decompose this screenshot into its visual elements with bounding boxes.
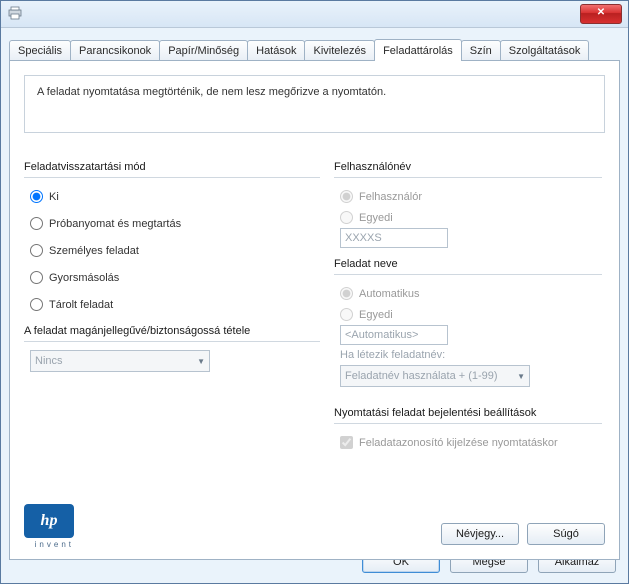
help-button[interactable]: Súgó: [527, 523, 605, 545]
tab-kivitelezes[interactable]: Kivitelezés: [304, 40, 375, 60]
retention-radio-tarolt[interactable]: Tárolt feladat: [24, 294, 320, 315]
jobname-heading: Feladat neve: [334, 258, 602, 270]
logo: hp invent: [24, 504, 74, 549]
tab-szin[interactable]: Szín: [461, 40, 501, 60]
jobname-input: [340, 325, 448, 345]
logo-subtext: invent: [24, 540, 74, 549]
tabbody-button-row: Névjegy... Súgó: [441, 523, 605, 545]
radio-input[interactable]: [30, 298, 43, 311]
checkbox-input: [340, 436, 353, 449]
notify-checkbox-row: Feladatazonosító kijelzése nyomtatáskor: [334, 432, 602, 453]
right-column: Felhasználónév Felhasználór Egyedi Felad…: [334, 161, 602, 453]
tab-parancsikonok[interactable]: Parancsikonok: [70, 40, 160, 60]
left-column: Feladatvisszatartási mód Ki Próbanyomat …: [24, 161, 320, 372]
radio-label: Automatikus: [359, 288, 420, 300]
tab-feladattarolas[interactable]: Feladattárolás: [374, 39, 462, 61]
about-button[interactable]: Névjegy...: [441, 523, 519, 545]
radio-label: Egyedi: [359, 212, 393, 224]
tab-label: Feladattárolás: [383, 45, 453, 57]
tab-label: Szolgáltatások: [509, 45, 581, 57]
select-value: Feladatnév használata + (1-99): [345, 370, 498, 382]
tab-body: A feladat nyomtatása megtörténik, de nem…: [9, 60, 620, 560]
radio-input: [340, 211, 353, 224]
radio-label: Egyedi: [359, 309, 393, 321]
radio-input: [340, 308, 353, 321]
printer-icon: [7, 6, 23, 20]
select-value: Nincs: [35, 355, 63, 367]
jobname-exists-select: Feladatnév használata + (1-99) ▼: [340, 365, 530, 387]
tab-label: Speciális: [18, 45, 62, 57]
radio-input[interactable]: [30, 217, 43, 230]
radio-label: Tárolt feladat: [49, 299, 113, 311]
radio-input: [340, 190, 353, 203]
retention-radio-ki[interactable]: Ki: [24, 186, 320, 207]
tab-label: Parancsikonok: [79, 45, 151, 57]
titlebar: ✕: [1, 1, 628, 28]
button-label: Súgó: [553, 528, 579, 540]
notify-heading: Nyomtatási feladat bejelentési beállítás…: [334, 407, 602, 419]
divider: [334, 423, 602, 424]
radio-label: Ki: [49, 191, 59, 203]
tab-label: Kivitelezés: [313, 45, 366, 57]
radio-input[interactable]: [30, 244, 43, 257]
jobname-radio-auto: Automatikus: [334, 283, 602, 304]
jobname-radio-custom: Egyedi: [334, 304, 602, 325]
username-heading: Felhasználónév: [334, 161, 602, 173]
divider: [24, 177, 320, 178]
tab-strip: Speciális Parancsikonok Papír/Minőség Ha…: [1, 28, 628, 60]
tab-label: Papír/Minőség: [168, 45, 239, 57]
chevron-down-icon: ▼: [517, 372, 525, 381]
privacy-heading: A feladat magánjellegűvé/biztonságossá t…: [24, 325, 320, 337]
radio-input[interactable]: [30, 271, 43, 284]
hp-logo-icon: hp: [24, 504, 74, 538]
info-box: A feladat nyomtatása megtörténik, de nem…: [24, 75, 605, 133]
chevron-down-icon: ▼: [197, 357, 205, 366]
logo-text: hp: [41, 512, 58, 530]
dialog-window: ✕ Speciális Parancsikonok Papír/Minőség …: [0, 0, 629, 584]
divider: [334, 177, 602, 178]
radio-input: [340, 287, 353, 300]
retention-radio-proba[interactable]: Próbanyomat és megtartás: [24, 213, 320, 234]
retention-radio-gyors[interactable]: Gyorsmásolás: [24, 267, 320, 288]
jobname-exists-label: Ha létezik feladatnév:: [340, 349, 602, 361]
tab-label: Szín: [470, 45, 492, 57]
divider: [24, 341, 320, 342]
tab-hatasok[interactable]: Hatások: [247, 40, 305, 60]
username-radio-user: Felhasználór: [334, 186, 602, 207]
tab-szolgaltatasok[interactable]: Szolgáltatások: [500, 40, 590, 60]
close-button[interactable]: ✕: [580, 4, 622, 24]
username-radio-custom: Egyedi: [334, 207, 602, 228]
retention-heading: Feladatvisszatartási mód: [24, 161, 320, 173]
button-label: Névjegy...: [456, 528, 504, 540]
tab-label: Hatások: [256, 45, 296, 57]
radio-label: Próbanyomat és megtartás: [49, 218, 181, 230]
tab-specialis[interactable]: Speciális: [9, 40, 71, 60]
username-input: [340, 228, 448, 248]
checkbox-label: Feladatazonosító kijelzése nyomtatáskor: [359, 437, 558, 449]
privacy-select: Nincs ▼: [30, 350, 210, 372]
retention-radio-szemelyes[interactable]: Személyes feladat: [24, 240, 320, 261]
info-text: A feladat nyomtatása megtörténik, de nem…: [37, 86, 386, 98]
tab-papir-minoseg[interactable]: Papír/Minőség: [159, 40, 248, 60]
radio-label: Felhasználór: [359, 191, 422, 203]
radio-label: Személyes feladat: [49, 245, 139, 257]
close-icon: ✕: [597, 7, 605, 18]
radio-input[interactable]: [30, 190, 43, 203]
divider: [334, 274, 602, 275]
radio-label: Gyorsmásolás: [49, 272, 119, 284]
